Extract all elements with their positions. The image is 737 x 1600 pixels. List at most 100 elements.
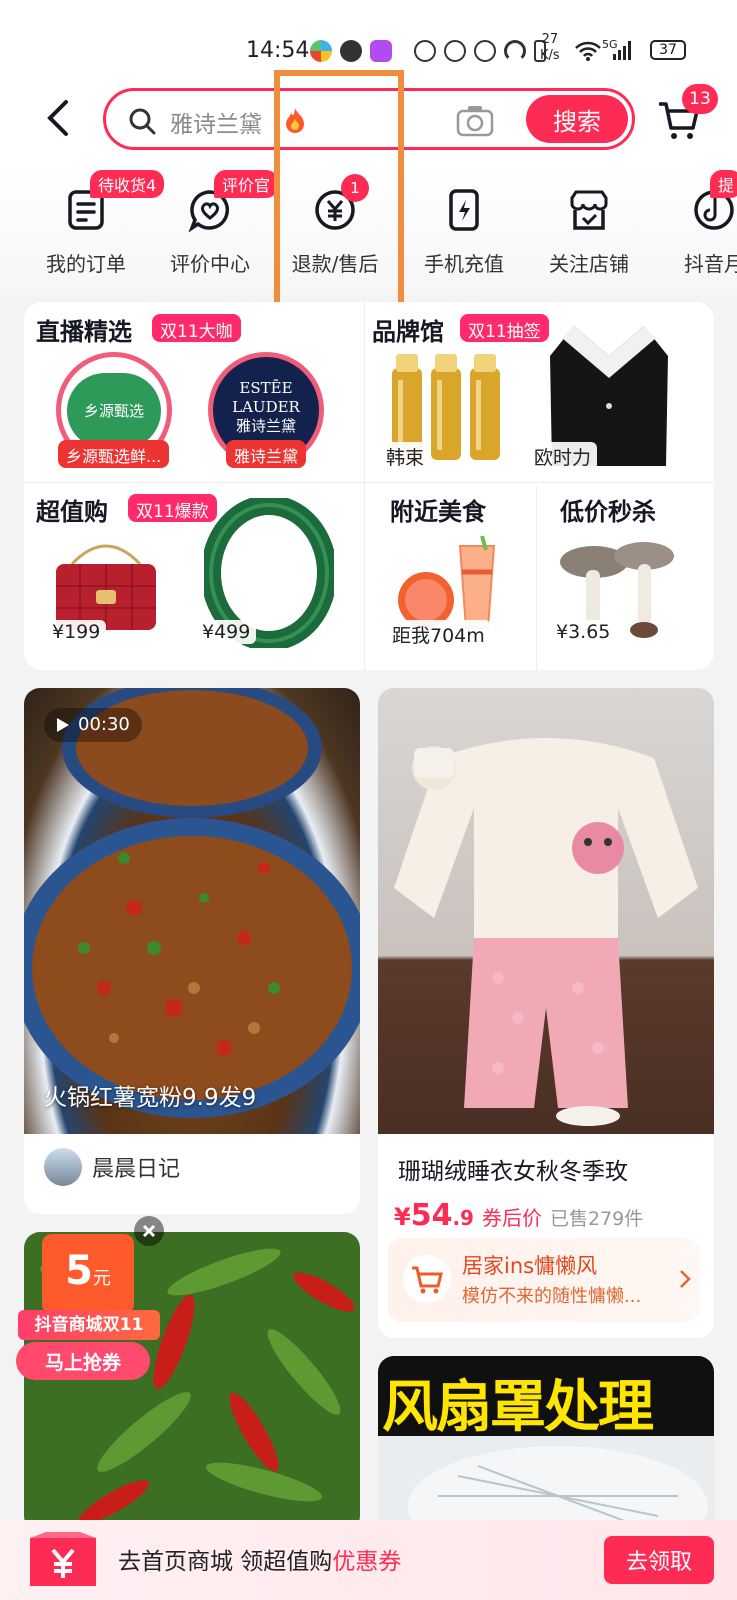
brand-name-tag: 欧时力: [528, 442, 598, 471]
video-duration-badge: 00:30: [44, 708, 142, 742]
phone-charge-icon: [449, 189, 479, 231]
play-icon: [57, 718, 69, 732]
reviewer-tag: 评价官: [214, 170, 279, 198]
headphones-icon: [504, 40, 526, 62]
banner-highlight-text: 优惠券: [332, 1549, 402, 1575]
close-icon[interactable]: [134, 1216, 164, 1246]
value-price-tag: ¥499: [196, 620, 257, 644]
quick-action-followed-shops[interactable]: 关注店铺: [529, 176, 649, 277]
flash-sale-title: 低价秒杀: [560, 498, 656, 526]
quick-action-label: 抖音月: [684, 252, 737, 276]
coupon-amount-card: 5元: [42, 1234, 134, 1314]
divider: [364, 302, 365, 670]
food-distance-tag: 距我704m: [386, 620, 491, 649]
status-bar: 14:54 27 K/s 5G 37: [0, 0, 737, 78]
author-name: 晨晨日记: [92, 1157, 181, 1182]
assistant-app-icon: [370, 40, 392, 62]
banner-main-text: 去首页商城 领超值购: [118, 1549, 333, 1575]
shop-follow-icon: [570, 190, 608, 230]
shop-name-tag: 雅诗兰黛: [226, 440, 307, 468]
shop-name-tag: 乡源甄选鲜...: [58, 440, 170, 468]
product-image: [378, 688, 714, 1134]
logo-line: 雅诗兰黛: [235, 417, 296, 435]
bottom-banner-text: 去首页商城 领超值购优惠券: [118, 1542, 401, 1576]
grapefruit-drink-image: [398, 535, 496, 629]
search-icon: [129, 108, 156, 135]
camera-icon[interactable]: [456, 103, 494, 137]
quick-action-label: 我的订单: [46, 252, 126, 276]
speed-unit: K/s: [540, 48, 560, 63]
yen-coupon-icon: [30, 1532, 96, 1586]
promo-subtitle: 模仿不来的随性慵懒...: [462, 1286, 642, 1307]
product-feed-card[interactable]: 珊瑚绒睡衣女秋冬季玫 ¥ 54 .9 券后价 已售279件 居家ins慵懒风 模…: [378, 688, 714, 1338]
sold-count: 已售279件: [549, 1208, 644, 1230]
speed-value: 27: [541, 32, 559, 47]
signal-icon: [613, 41, 631, 60]
video-author[interactable]: 晨晨日记: [44, 1148, 180, 1186]
brand-name-tag: 韩束: [380, 442, 431, 471]
currency-symbol: ¥: [394, 1203, 411, 1231]
flash-price-tag: ¥3.65: [550, 620, 617, 644]
nearby-food-title: 附近美食: [390, 498, 486, 526]
shopping-cart-icon: [403, 1255, 451, 1303]
divider: [24, 482, 714, 483]
avatar: [44, 1148, 82, 1186]
grab-coupon-button[interactable]: 马上抢券: [16, 1342, 150, 1380]
network-speed: 27 K/s: [540, 32, 560, 64]
coupon-amount: 5: [65, 1248, 93, 1294]
chat-bubble-icon: [340, 40, 362, 62]
logo-line: LAUDER: [232, 398, 300, 416]
claim-coupon-button[interactable]: 去领取: [604, 1536, 714, 1584]
clock: 14:54: [246, 38, 310, 63]
price-integer: 54: [410, 1198, 453, 1233]
search-placeholder[interactable]: 雅诗兰黛: [170, 105, 262, 139]
pajamas-image: [394, 738, 698, 1126]
xiangyuan-logo-text: 乡源甄选: [67, 373, 161, 449]
alarm-icon: [474, 40, 496, 62]
product-price-row: ¥ 54 .9 券后价 已售279件: [394, 1198, 643, 1233]
banner-title: 风扇罩处理: [382, 1375, 654, 1440]
live-selection-title: 直播精选: [36, 318, 132, 346]
quick-action-phone-recharge[interactable]: 手机充值: [404, 176, 524, 277]
quick-action-label: 手机充值: [424, 252, 504, 276]
quick-action-douyin-monthly[interactable]: 提 抖音月: [654, 170, 737, 277]
fan-cover-feed-card[interactable]: 风扇罩处理: [378, 1356, 714, 1536]
nfc-icon: [414, 40, 436, 62]
quick-action-my-orders[interactable]: 待收货4 我的订单: [26, 170, 165, 277]
value-price-tag: ¥199: [46, 620, 107, 644]
product-promo-strip[interactable]: 居家ins慵懒风 模仿不来的随性慵懒...: [388, 1238, 700, 1322]
chevron-right-icon: [680, 1270, 691, 1288]
brand-hall-title: 品牌馆: [372, 318, 444, 346]
cart-count-badge: 13: [682, 84, 718, 114]
monthly-tag: 提: [710, 170, 737, 198]
after-coupon-label: 券后价: [481, 1206, 542, 1230]
logo-line: ESTĒE: [239, 379, 293, 397]
coupon-float[interactable]: 5元 抖音商城双11 马上抢券: [14, 1216, 164, 1380]
back-arrow-icon[interactable]: [40, 98, 80, 138]
n-icon: [444, 40, 466, 62]
live-selection-pill: 双11大咖: [152, 314, 241, 342]
video-thumbnail: [24, 688, 360, 1134]
promo-title: 居家ins慵懒风: [462, 1254, 598, 1278]
bottom-coupon-banner[interactable]: 去首页商城 领超值购优惠券 去领取: [0, 1520, 737, 1600]
product-title: 珊瑚绒睡衣女秋冬季玫: [398, 1159, 628, 1185]
video-caption: 火锅红薯宽粉9.9发9: [44, 1085, 257, 1111]
highlight-box: [274, 70, 404, 310]
duration-text: 00:30: [78, 714, 130, 735]
pinwheel-app-icon: [310, 40, 332, 62]
shortcut-card: 直播精选 双11大咖 乡源甄选 乡源甄选鲜... ESTĒE LAUDER 雅诗…: [24, 302, 714, 670]
chili-noodle-image: [24, 688, 360, 1118]
brand-hall-pill: 双11抽签: [460, 314, 549, 342]
quick-action-review-center[interactable]: 评价官 评价中心: [150, 170, 279, 277]
coupon-event-label: 抖音商城双11: [18, 1310, 160, 1340]
price-decimal: .9: [452, 1206, 474, 1230]
divider: [536, 486, 537, 670]
search-button[interactable]: 搜索: [526, 95, 628, 143]
coupon-unit: 元: [92, 1268, 111, 1289]
video-feed-card[interactable]: 00:30 火锅红薯宽粉9.9发9 晨晨日记: [24, 688, 360, 1214]
value-buy-title: 超值购: [36, 498, 108, 526]
status-icons: [310, 36, 546, 66]
quick-action-label: 关注店铺: [549, 252, 629, 276]
wifi-icon: [575, 41, 601, 61]
quick-action-label: 评价中心: [170, 252, 250, 276]
